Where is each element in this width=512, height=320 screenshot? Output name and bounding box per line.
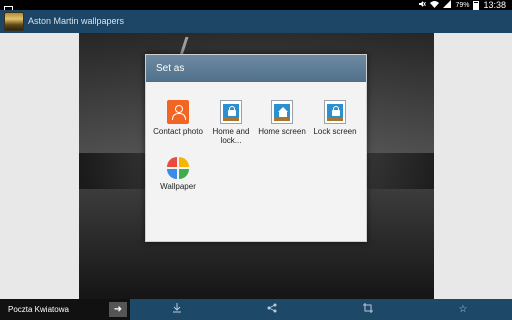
share-icon[interactable]: [265, 303, 279, 317]
dialog-title: Set as: [146, 55, 366, 82]
app-title: Aston Martin wallpapers: [28, 16, 125, 26]
bottom-bar: Poczta Kwiatowa ➜ ☆: [0, 299, 512, 320]
option-wallpaper[interactable]: Wallpaper: [149, 157, 207, 213]
option-contact-photo[interactable]: Contact photo: [149, 100, 207, 156]
option-home-screen[interactable]: Home screen: [253, 100, 311, 156]
status-bar: 79% 13:38: [0, 0, 512, 14]
wifi-icon: [430, 0, 440, 10]
ad-banner[interactable]: Poczta Kwiatowa ➜: [0, 299, 130, 320]
battery-percent: 79%: [455, 1, 470, 9]
clock: 13:38: [483, 0, 506, 10]
option-label: Home and lock...: [212, 127, 250, 145]
download-icon[interactable]: [170, 303, 184, 317]
set-as-options: Contact photo Home and lock... Home scre…: [146, 82, 366, 242]
lock-screen-icon: [324, 100, 346, 124]
battery-icon: [473, 0, 480, 10]
option-lock-screen[interactable]: Lock screen: [306, 100, 364, 156]
option-label: Contact photo: [153, 127, 203, 136]
app-icon[interactable]: [4, 12, 24, 31]
contact-icon: [167, 100, 189, 124]
crop-icon[interactable]: [361, 303, 375, 317]
option-label: Lock screen: [313, 127, 357, 136]
arrow-right-icon[interactable]: ➜: [109, 302, 127, 317]
mute-icon: [418, 0, 427, 10]
photos-icon: [167, 157, 189, 179]
ad-text: Poczta Kwiatowa: [8, 305, 69, 314]
option-label: Wallpaper: [160, 182, 196, 191]
action-bar: Aston Martin wallpapers: [0, 10, 512, 33]
option-label: Home screen: [258, 127, 306, 136]
option-home-and-lock[interactable]: Home and lock...: [202, 100, 260, 156]
home-screen-icon: [271, 100, 293, 124]
set-as-dialog: Set as Contact photo Home and lock... Ho…: [145, 54, 367, 242]
home-lock-icon: [220, 100, 242, 124]
signal-icon: [443, 0, 452, 10]
star-icon[interactable]: ☆: [456, 303, 470, 317]
